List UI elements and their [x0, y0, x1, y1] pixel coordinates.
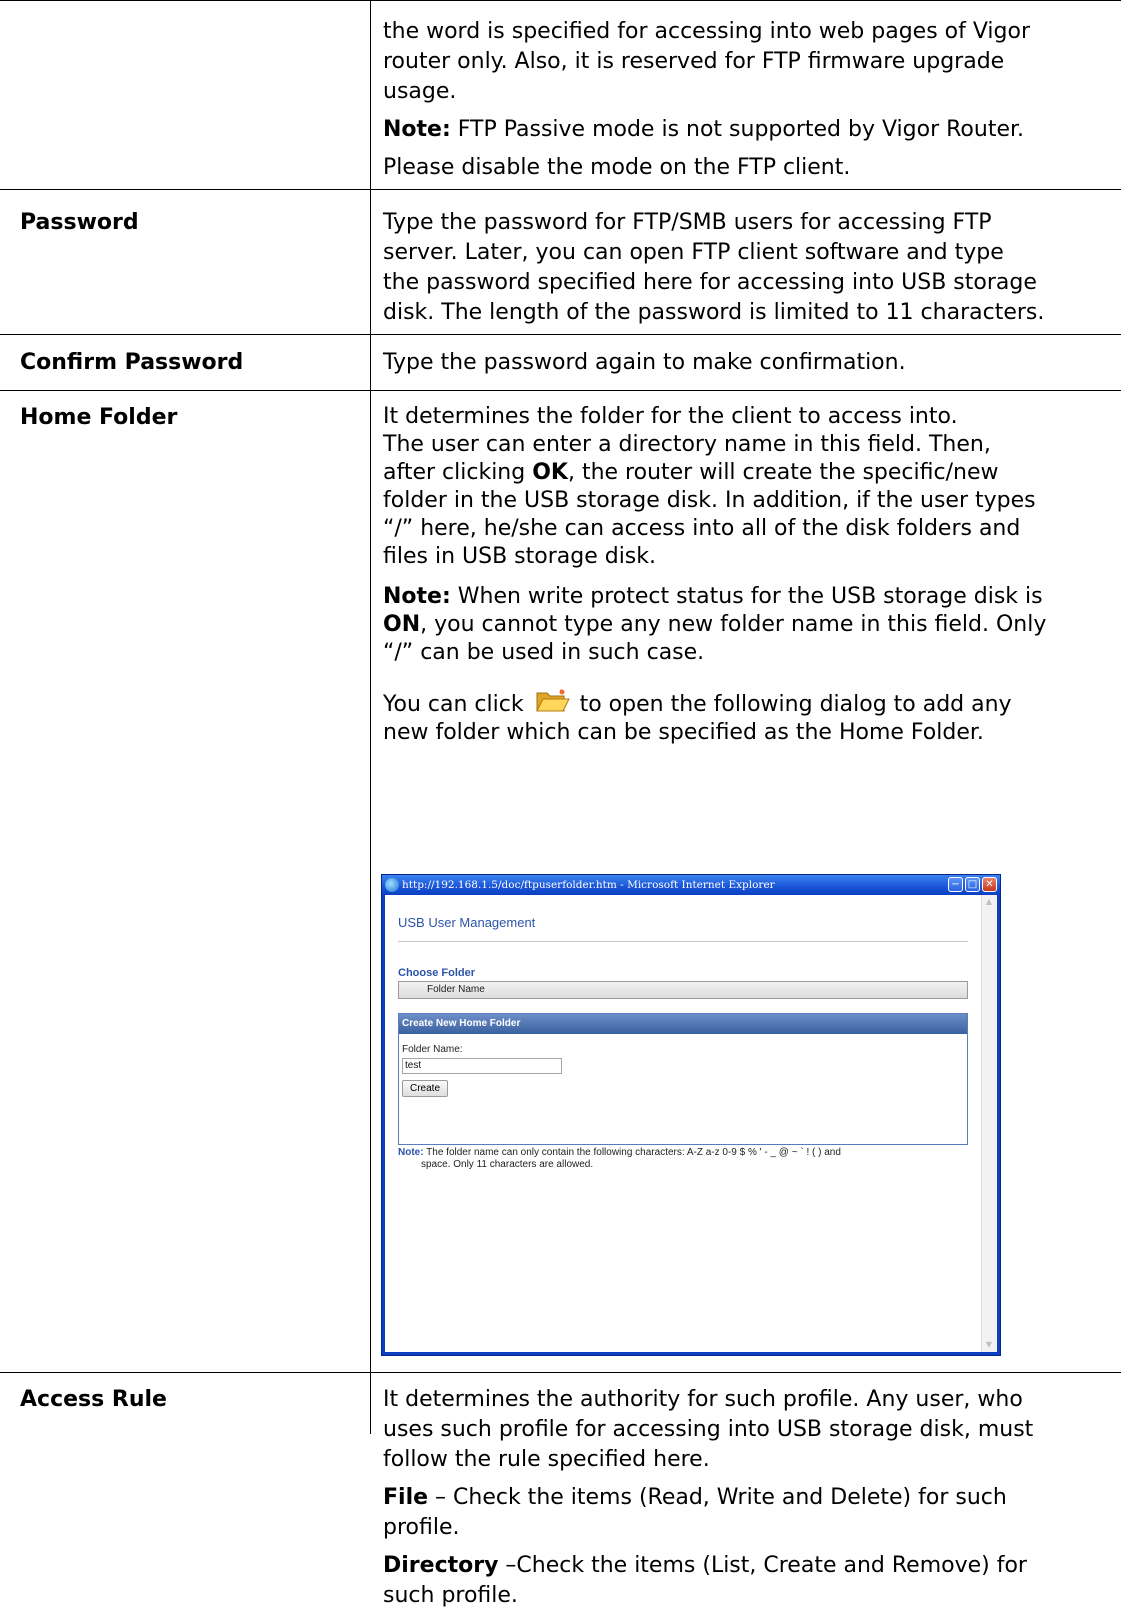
folder-list-header: Folder Name	[398, 981, 968, 999]
click-line: You can click to open the following dialo…	[383, 687, 1046, 719]
table-top-border	[0, 0, 1121, 1]
text-line: router only. Also, it is reserved for FT…	[383, 49, 1005, 74]
text-line: The user can enter a directory name in t…	[383, 432, 991, 457]
note-line-2: space. Only 11 characters are allowed.	[421, 1159, 594, 1170]
text-fragment: after clicking	[383, 460, 533, 485]
note-line: Note: When write protect status for the …	[383, 583, 1046, 611]
file-text: – Check the items (Read, Write and Delet…	[428, 1485, 1007, 1510]
text-line: folder in the USB storage disk. In addit…	[383, 488, 1036, 513]
ie-logo-icon	[385, 878, 399, 892]
scroll-up-icon[interactable]: ▲	[984, 897, 994, 907]
text-line: follow the rule specified here.	[383, 1447, 710, 1472]
ie-page-body: USB User Management Choose Folder Folder…	[385, 895, 997, 1352]
text-line: It determines the authority for such pro…	[383, 1387, 1023, 1412]
note-line-2: Please disable the mode on the FTP clien…	[383, 155, 851, 180]
text-line: It determines the folder for the client …	[383, 404, 958, 429]
file-line: File – Check the items (Read, Write and …	[383, 1483, 1033, 1513]
text-line: the word is specified for accessing into…	[383, 19, 1031, 44]
text-fragment: You can click	[383, 692, 524, 717]
text-line: server. Later, you can open FTP client s…	[383, 240, 1004, 265]
note-line: “/” can be used in such case.	[383, 640, 705, 665]
directory-text: –Check the items (List, Create and Remov…	[498, 1553, 1027, 1578]
row-divider	[0, 189, 1121, 190]
close-icon[interactable]: ✕	[982, 877, 997, 892]
text-line: profile.	[383, 1515, 460, 1540]
note-text: FTP Passive mode is not supported by Vig…	[450, 117, 1025, 142]
dialog-content: USB User Management Choose Folder Folder…	[385, 895, 981, 1352]
file-label: File	[383, 1485, 429, 1510]
note-text: When write protect status for the USB st…	[450, 584, 1043, 609]
confirm-password-description: Type the password again to make confirma…	[383, 350, 906, 375]
row-continuation-text: the word is specified for accessing into…	[383, 17, 1030, 183]
window-title: http://192.168.1.5/doc/ftpuserfolder.htm…	[402, 879, 775, 891]
text-fragment: , the router will create the specific/ne…	[567, 460, 999, 485]
create-button[interactable]: Create	[402, 1080, 448, 1097]
ie-title-bar: http://192.168.1.5/doc/ftpuserfolder.htm…	[382, 875, 1000, 895]
choose-folder-heading: Choose Folder	[398, 967, 476, 979]
password-label: Password	[20, 210, 139, 235]
note-label: Note:	[398, 1147, 424, 1158]
password-description: Type the password for FTP/SMB users for …	[383, 208, 1044, 328]
page-title: USB User Management	[398, 915, 536, 930]
note-line: ON, you cannot type any new folder name …	[383, 611, 1046, 639]
access-rule-label: Access Rule	[20, 1387, 167, 1412]
ok-emphasis: OK	[532, 460, 568, 485]
row-divider	[0, 334, 1121, 335]
note-label: Note:	[383, 117, 451, 142]
access-rule-description: It determines the authority for such pro…	[383, 1385, 1033, 1611]
folder-open-icon[interactable]	[534, 687, 570, 715]
folder-name-column: Folder Name	[427, 984, 485, 995]
create-folder-panel: Create New Home Folder Folder Name: test…	[398, 1013, 968, 1145]
text-line: after clicking OK, the router will creat…	[383, 459, 1046, 487]
folder-note: Note: The folder name can only contain t…	[398, 1147, 961, 1171]
text-line: uses such profile for accessing into USB…	[383, 1417, 1034, 1442]
text-line: disk. The length of the password is limi…	[383, 300, 1045, 325]
folder-name-label: Folder Name:	[402, 1044, 463, 1055]
column-divider	[370, 0, 371, 1434]
note-text: The folder name can only contain the fol…	[423, 1147, 841, 1158]
text-line: Type the password for FTP/SMB users for …	[383, 210, 992, 235]
text-line: usage.	[383, 79, 457, 104]
text-line: such profile.	[383, 1583, 518, 1608]
note-label: Note:	[383, 584, 451, 609]
ie-dialog-window: http://192.168.1.5/doc/ftpuserfolder.htm…	[381, 874, 1001, 1356]
text-line: the password specified here for accessin…	[383, 270, 1037, 295]
minimize-icon[interactable]: −	[948, 877, 963, 892]
title-divider	[398, 941, 968, 942]
row-divider	[0, 1372, 1121, 1373]
directory-label: Directory	[383, 1553, 499, 1578]
vertical-scrollbar[interactable]: ▲ ▼	[981, 895, 997, 1352]
home-folder-description: It determines the folder for the client …	[383, 403, 1046, 747]
home-folder-label: Home Folder	[20, 405, 178, 430]
folder-name-input[interactable]: test	[402, 1058, 562, 1074]
text-line: new folder which can be specified as the…	[383, 720, 984, 745]
text-fragment: to open the following dialog to add any	[579, 692, 1012, 717]
text-line: files in USB storage disk.	[383, 544, 657, 569]
scroll-down-icon[interactable]: ▼	[984, 1340, 994, 1350]
row-divider	[0, 390, 1121, 391]
text-line: “/” here, he/she can access into all of …	[383, 516, 1021, 541]
note-line: Note: The folder name can only contain t…	[398, 1147, 961, 1159]
on-emphasis: ON	[383, 612, 421, 637]
confirm-password-label: Confirm Password	[20, 350, 244, 375]
create-folder-heading: Create New Home Folder	[399, 1014, 967, 1034]
maximize-icon[interactable]: □	[965, 877, 980, 892]
note-text: , you cannot type any new folder name in…	[420, 612, 1047, 637]
note-line: Note: FTP Passive mode is not supported …	[383, 115, 1030, 145]
directory-line: Directory –Check the items (List, Create…	[383, 1551, 1033, 1581]
window-controls: − □ ✕	[948, 877, 997, 892]
